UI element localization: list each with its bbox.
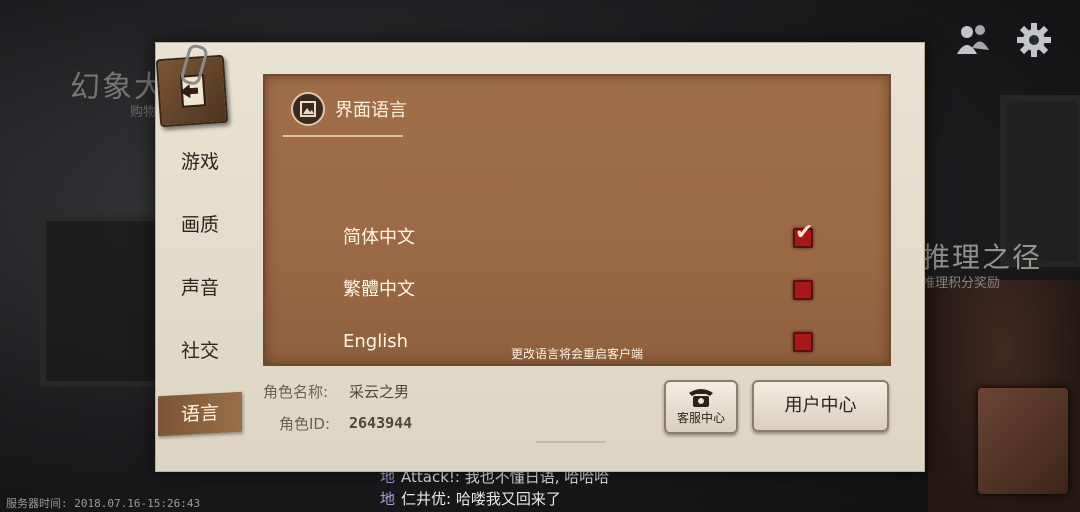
title-divider xyxy=(283,129,403,137)
language-option-simplified-chinese[interactable]: 简体中文 ✔ xyxy=(343,222,823,252)
chat-channel-tag: 地 xyxy=(380,490,396,508)
customer-service-button[interactable]: 客服中心 xyxy=(664,380,738,434)
bg-book[interactable] xyxy=(978,388,1068,494)
friends-icon[interactable] xyxy=(955,22,991,62)
language-label: 简体中文 xyxy=(343,227,415,248)
role-id-label: 角色ID: xyxy=(279,415,331,433)
settings-panel: 游戏 画质 声音 社交 语言 界面语言 简体中文 ✔ 繁體中文 English … xyxy=(155,42,925,472)
tab-language[interactable]: 语言 xyxy=(158,391,242,437)
role-id-value: 2643944 xyxy=(349,414,413,432)
bg-event-sub-left: 购物 xyxy=(130,105,157,120)
tab-graphics[interactable]: 画质 xyxy=(156,205,244,245)
server-time: 服务器时间: 2018.07.16-15:26:43 xyxy=(6,497,201,510)
gear-icon[interactable] xyxy=(1016,22,1052,64)
language-checkbox[interactable] xyxy=(793,280,813,300)
user-center-button[interactable]: 用户中心 xyxy=(752,380,889,432)
chat-line-2: 地仁井优: 哈喽我又回来了 xyxy=(380,488,561,509)
bg-portrait-frame xyxy=(40,215,164,387)
language-section-icon xyxy=(291,92,325,126)
tab-game[interactable]: 游戏 xyxy=(156,142,244,182)
bottom-divider xyxy=(536,441,606,451)
language-checkbox-checked[interactable]: ✔ xyxy=(793,222,813,248)
bg-event-title-right: 推理之径 xyxy=(922,241,1043,274)
language-option-traditional-chinese[interactable]: 繁體中文 xyxy=(343,276,823,304)
restart-note: 更改语言将会重启客户端 xyxy=(510,347,643,361)
bg-event-title-left: 幻象大 xyxy=(70,70,166,105)
bg-event-sub-right: 推理积分奖励 xyxy=(922,276,1001,291)
role-name-value: 采云之男 xyxy=(349,383,410,401)
exit-button[interactable] xyxy=(155,42,229,128)
section-title: 界面语言 xyxy=(335,100,407,121)
role-name-label: 角色名称: xyxy=(263,383,329,401)
chat-message: 仁井优: 哈喽我又回来了 xyxy=(401,490,561,508)
telephone-icon xyxy=(689,389,713,407)
checkmark-icon: ✔ xyxy=(795,220,814,245)
customer-service-label: 客服中心 xyxy=(676,411,725,425)
language-section: 界面语言 简体中文 ✔ 繁體中文 English 更改语言将会重启客户端 xyxy=(263,74,891,366)
tab-social[interactable]: 社交 xyxy=(156,331,244,371)
language-label: 繁體中文 xyxy=(343,279,415,300)
tab-sound[interactable]: 声音 xyxy=(156,268,244,308)
